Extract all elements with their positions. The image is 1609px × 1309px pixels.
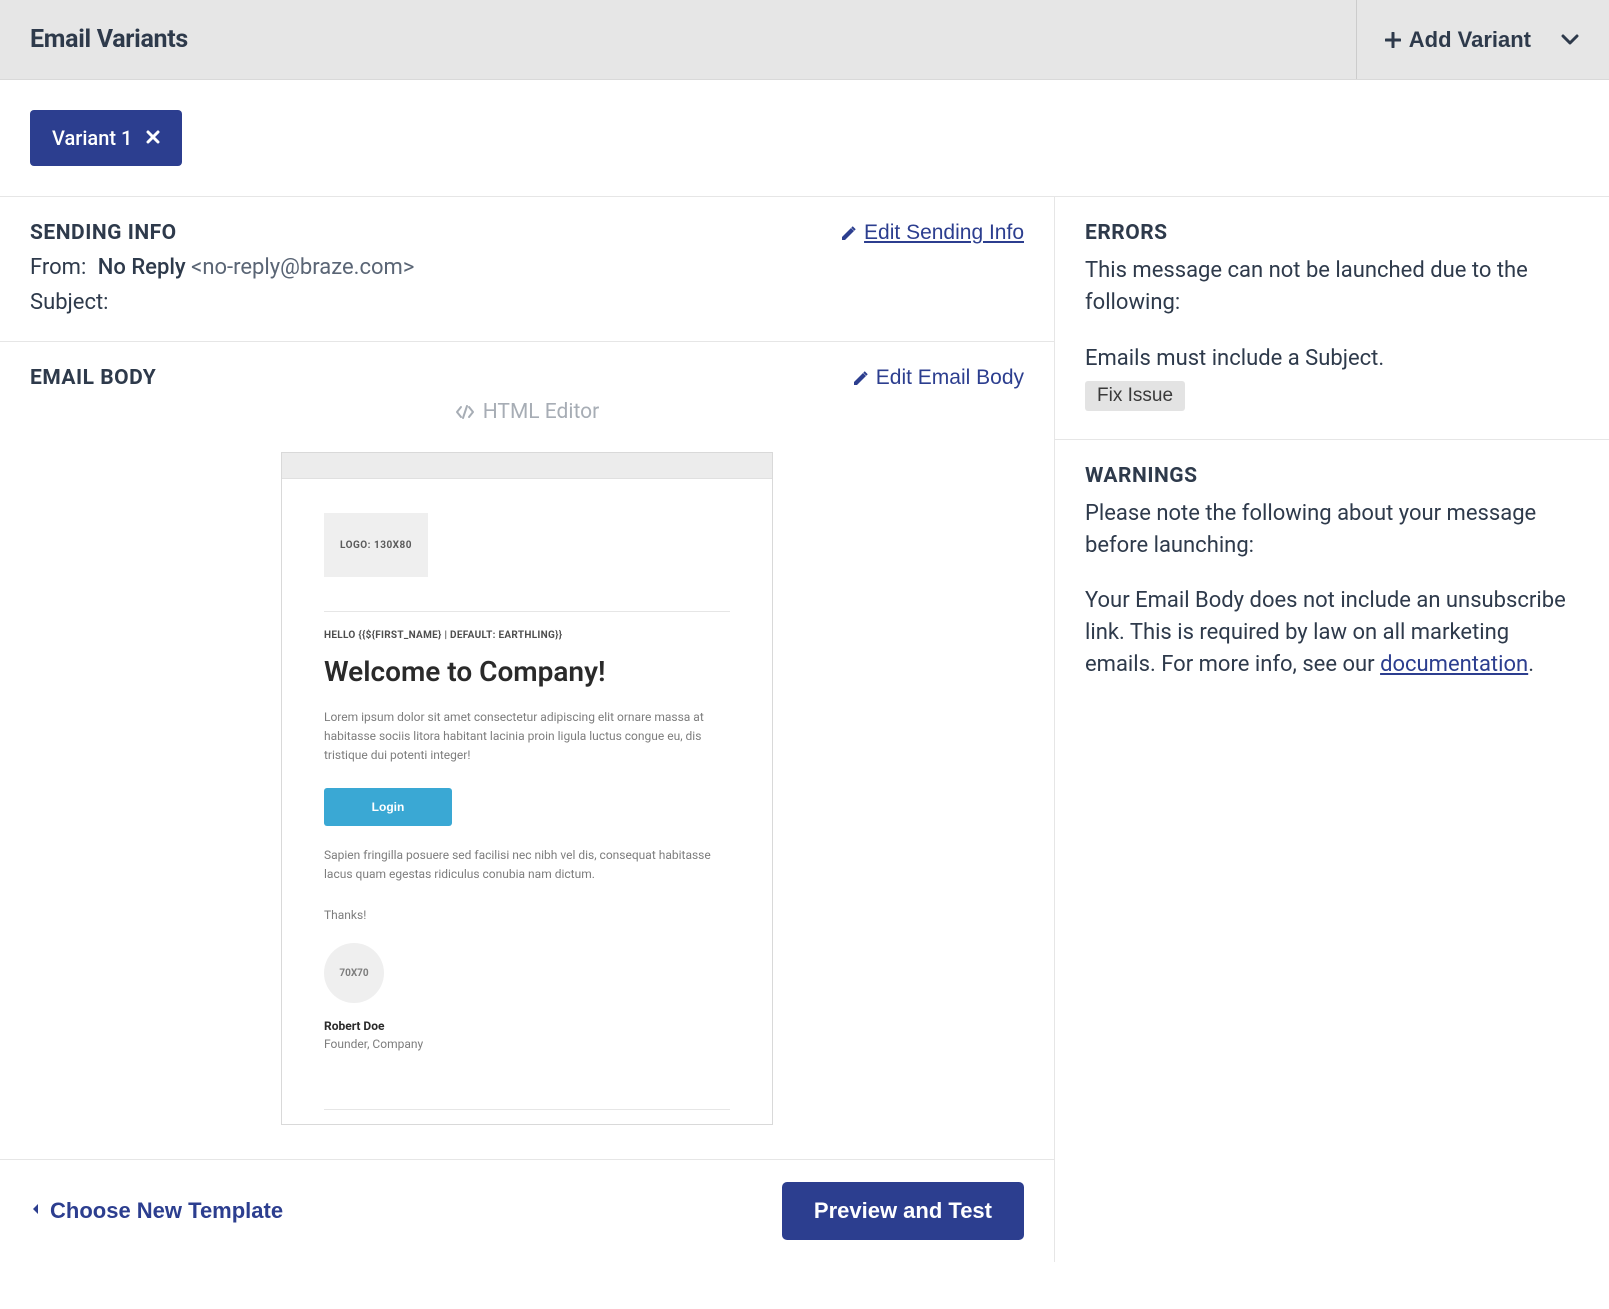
variant-row: Variant 1 [0, 80, 1609, 197]
preview-topbar [282, 453, 772, 479]
sending-info-panel: SENDING INFO Edit Sending Info From: No … [0, 197, 1054, 341]
warnings-title: WARNINGS [1085, 464, 1579, 488]
preview-signature-title: Founder, Company [324, 1037, 730, 1051]
page-title: Email Variants [30, 25, 188, 54]
warnings-body-post: . [1528, 652, 1534, 677]
main-columns: SENDING INFO Edit Sending Info From: No … [0, 197, 1609, 1262]
from-name: No Reply [98, 255, 186, 280]
right-column: ERRORS This message can not be launched … [1055, 197, 1609, 1262]
edit-sending-info-button[interactable]: Edit Sending Info [840, 221, 1024, 245]
pencil-icon [852, 369, 870, 387]
subject-label: Subject: [30, 290, 109, 315]
warnings-body: Your Email Body does not include an unsu… [1085, 585, 1579, 681]
add-variant-label: Add Variant [1409, 27, 1531, 53]
left-column: SENDING INFO Edit Sending Info From: No … [0, 197, 1055, 1262]
preview-headline: Welcome to Company! [324, 655, 730, 688]
warnings-intro: Please note the following about your mes… [1085, 498, 1579, 562]
choose-template-button[interactable]: Choose New Template [30, 1198, 283, 1224]
errors-panel: ERRORS This message can not be launched … [1055, 197, 1609, 440]
caret-left-icon [30, 1202, 40, 1221]
fix-issue-button[interactable]: Fix Issue [1085, 381, 1185, 411]
choose-template-label: Choose New Template [50, 1198, 283, 1224]
errors-title: ERRORS [1085, 221, 1579, 245]
edit-email-body-button[interactable]: Edit Email Body [852, 366, 1024, 390]
from-row: From: No Reply <no-reply@braze.com> [30, 255, 1024, 280]
preview-avatar-placeholder: 70X70 [324, 943, 384, 1003]
email-preview-wrap: LOGO: 130X80 HELLO {{${FIRST_NAME} | DEF… [0, 424, 1054, 1159]
html-editor-label: HTML Editor [30, 400, 1024, 424]
preview-thanks: Thanks! [324, 906, 730, 925]
preview-paragraph: Sapien fringilla posuere sed facilisi ne… [324, 846, 730, 884]
pencil-icon [840, 224, 858, 242]
preview-login-button[interactable]: Login [324, 788, 452, 826]
preview-and-test-button[interactable]: Preview and Test [782, 1182, 1024, 1240]
variant-chip-label: Variant 1 [52, 126, 132, 150]
email-body-panel: EMAIL BODY Edit Email Body HTML Editor [0, 342, 1054, 424]
plus-icon [1385, 32, 1401, 48]
documentation-link[interactable]: documentation [1380, 652, 1528, 677]
divider [324, 1109, 730, 1110]
errors-item: Emails must include a Subject. [1085, 343, 1579, 375]
preview-logo-placeholder: LOGO: 130X80 [324, 513, 428, 577]
edit-email-body-label: Edit Email Body [876, 366, 1024, 390]
preview-paragraph: Lorem ipsum dolor sit amet consectetur a… [324, 708, 730, 766]
header-bar: Email Variants Add Variant [0, 0, 1609, 80]
from-label: From: [30, 255, 86, 280]
add-variant-button[interactable]: Add Variant [1385, 27, 1531, 53]
edit-sending-info-label: Edit Sending Info [864, 221, 1024, 245]
divider [324, 611, 730, 612]
sending-info-title: SENDING INFO [30, 221, 177, 245]
close-icon[interactable] [146, 128, 160, 149]
header-right: Add Variant [1356, 0, 1579, 79]
html-editor-text: HTML Editor [483, 400, 600, 424]
warnings-panel: WARNINGS Please note the following about… [1055, 440, 1609, 709]
code-icon [455, 404, 475, 420]
variant-chip[interactable]: Variant 1 [30, 110, 182, 166]
errors-intro: This message can not be launched due to … [1085, 255, 1579, 319]
preview-hello: HELLO {{${FIRST_NAME} | DEFAULT: EARTHLI… [324, 630, 730, 641]
email-body-title: EMAIL BODY [30, 366, 156, 390]
preview-signature-name: Robert Doe [324, 1019, 730, 1033]
from-address: <no-reply@braze.com> [191, 255, 414, 280]
chevron-down-icon[interactable] [1561, 34, 1579, 46]
footer-bar: Choose New Template Preview and Test [0, 1159, 1054, 1262]
email-preview: LOGO: 130X80 HELLO {{${FIRST_NAME} | DEF… [281, 452, 773, 1125]
subject-row: Subject: [30, 290, 1024, 315]
